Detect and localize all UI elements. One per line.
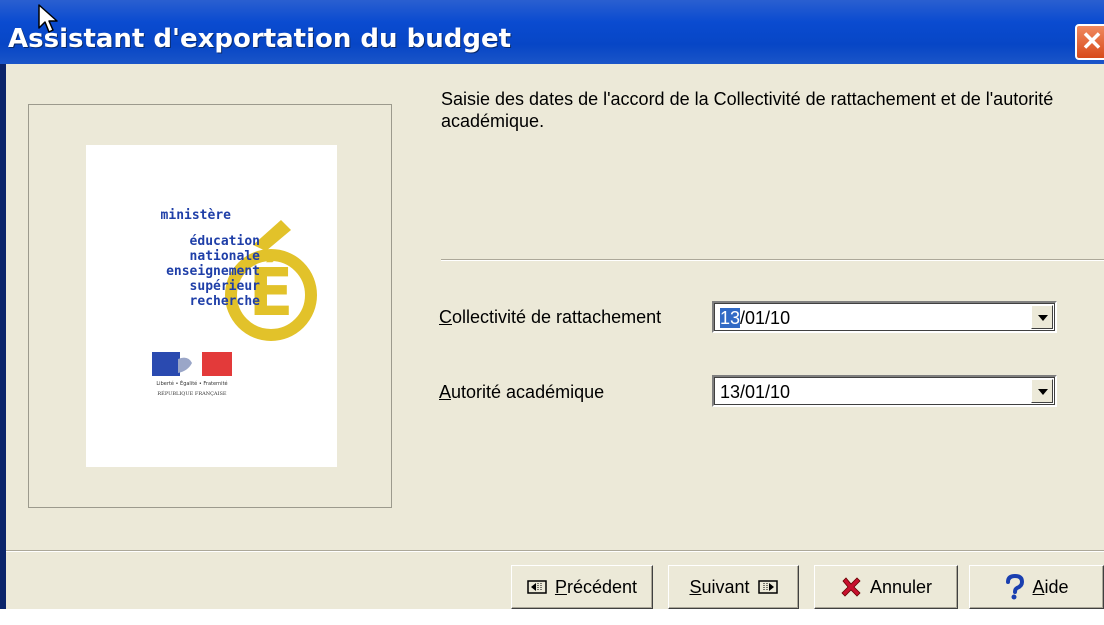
instruction-text: Saisie des dates de l'accord de la Colle… [441,89,1054,131]
previous-accesskey: P [554,576,567,597]
next-button-label: Suivant [689,577,749,598]
collectivite-date-rest: /01/10 [740,308,791,328]
collectivite-date-combo[interactable]: 13/01/10 [712,301,1057,333]
ministry-logo: É ministère éducation nationale enseigne… [152,208,317,397]
prev-icon [527,580,547,594]
cancel-button[interactable]: Annuler [814,565,958,609]
wizard-window: Assistant d'exportation du budget ✕ É mi… [0,0,1104,625]
autorite-label-text: utorité académique [451,382,605,402]
help-accesskey: A [1032,576,1045,597]
close-icon: ✕ [1081,26,1103,56]
help-button[interactable]: Aide [969,565,1104,609]
collectivite-label-accesskey: C [439,307,452,327]
previous-label-text: récédent [566,576,638,597]
autorite-dropdown-arrow-icon[interactable] [1031,379,1053,403]
window-title: Assistant d'exportation du budget [8,24,512,54]
previous-button-label: Précédent [555,577,637,598]
logo-line-5: supérieur [190,279,261,294]
logo-republic: RÉPUBLIQUE FRANÇAISE [157,389,226,397]
collectivite-label: Collectivité de rattachement [439,307,661,328]
question-icon [1006,574,1025,600]
next-button[interactable]: Suivant [668,565,799,609]
autorite-label-accesskey: A [439,382,452,402]
previous-button[interactable]: Précédent [511,565,653,609]
logo-line-1: ministère [161,208,232,223]
window-bottom-strip [0,609,1104,625]
collectivite-date-selection: 13 [720,308,741,328]
cancel-button-label: Annuler [869,576,933,597]
collectivite-date-value[interactable]: 13/01/10 [720,308,790,329]
logo-line-6: recherche [190,294,261,309]
autorite-label: Autorité académique [439,382,604,403]
collectivite-dropdown-arrow-icon[interactable] [1031,305,1053,329]
collectivite-label-text: ollectivité de rattachement [452,307,662,327]
button-bar-separator [6,550,1104,552]
help-label-text: ide [1044,576,1069,597]
next-label-text: uivant [701,576,750,597]
republic-flag-icon [152,352,232,376]
autorite-date-value[interactable]: 13/01/10 [720,382,790,403]
window-border [0,64,6,609]
help-button-label: Aide [1032,577,1068,598]
next-icon [757,580,778,594]
mouse-cursor-icon [38,4,58,33]
logo-line-3: nationale [190,249,261,264]
logo-line-2: éducation [190,234,260,249]
logo-line-4: enseignement [166,264,260,279]
close-button[interactable]: ✕ [1075,24,1104,60]
next-accesskey: S [689,576,702,597]
red-x-icon [841,577,861,597]
separator [441,259,1104,261]
logo-motto: Liberté • Égalité • Fraternité [156,379,227,387]
title-bar[interactable]: Assistant d'exportation du budget ✕ [0,0,1104,64]
autorite-date-combo[interactable]: 13/01/10 [712,375,1057,407]
